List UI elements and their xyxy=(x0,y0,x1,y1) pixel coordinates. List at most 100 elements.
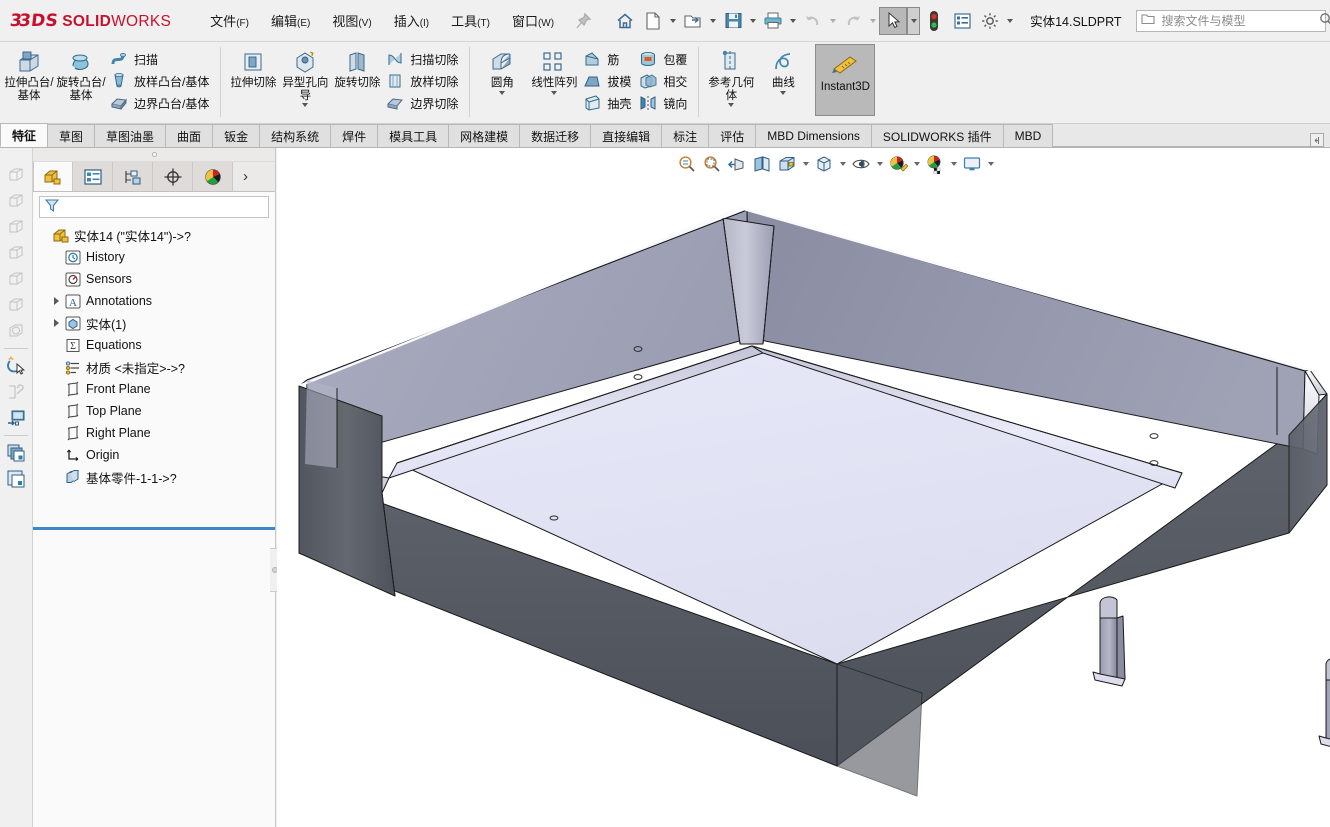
tab-mbd[interactable]: MBD xyxy=(1003,124,1054,147)
property-manager-icon[interactable] xyxy=(73,162,113,191)
tree-node-annotations[interactable]: A Annotations xyxy=(33,290,275,312)
dimxpert-manager-icon[interactable] xyxy=(153,162,193,191)
display-manager-icon[interactable] xyxy=(193,162,233,191)
rebuild-traffic-light-icon[interactable] xyxy=(920,7,948,35)
menu-insert[interactable]: 插入(I) xyxy=(383,7,440,34)
revolve-boss-button[interactable]: 旋转凸台/基体 xyxy=(55,45,107,102)
save-icon[interactable] xyxy=(719,7,747,35)
tab-markup[interactable]: 标注 xyxy=(661,124,709,147)
menu-edit[interactable]: 编辑(E) xyxy=(260,7,321,34)
view-orientation-icon-2[interactable] xyxy=(2,188,30,214)
mirror-button[interactable]: 镜向 xyxy=(636,92,692,114)
reference-geometry-button[interactable]: 参考几何体 xyxy=(705,45,757,107)
view-orientation-icon-1[interactable] xyxy=(2,162,30,188)
pin-icon[interactable] xyxy=(573,11,593,31)
tab-features[interactable]: 特征 xyxy=(0,123,48,147)
new-document-icon[interactable] xyxy=(639,7,667,35)
feature-manager-icon[interactable] xyxy=(33,162,73,191)
home-icon[interactable] xyxy=(611,7,639,35)
tab-sketch-ink[interactable]: 草图油墨 xyxy=(94,124,166,147)
open-folder-icon[interactable] xyxy=(679,7,707,35)
fillet-dropdown-icon[interactable] xyxy=(499,91,505,95)
window-cascade-icon[interactable] xyxy=(2,440,30,466)
tree-node-front-plane[interactable]: Front Plane xyxy=(33,378,275,400)
gear-icon[interactable] xyxy=(976,7,1004,35)
tab-sketch[interactable]: 草图 xyxy=(47,124,95,147)
menu-view[interactable]: 视图(V) xyxy=(321,7,382,34)
curves-dropdown-icon[interactable] xyxy=(780,91,786,95)
display-export-icon[interactable] xyxy=(2,405,30,431)
view-orientation-icon-4[interactable] xyxy=(2,240,30,266)
boundary-cut-button[interactable]: 边界切除 xyxy=(383,92,463,114)
panel-grip[interactable] xyxy=(33,148,275,162)
tab-weldments[interactable]: 焊件 xyxy=(330,124,378,147)
select-arrow-caret[interactable] xyxy=(907,7,920,35)
view-orientation-isometric-icon[interactable] xyxy=(2,318,30,344)
tree-node-material[interactable]: 材质 <未指定>->? xyxy=(33,356,275,378)
print-caret[interactable] xyxy=(787,8,799,34)
redo-icon[interactable] xyxy=(839,7,867,35)
search-files-models[interactable] xyxy=(1136,10,1326,32)
curves-button[interactable]: 曲线 xyxy=(757,45,809,95)
undo-icon[interactable] xyxy=(799,7,827,35)
new-sketch-select-icon[interactable] xyxy=(2,353,30,379)
hole-wizard-button[interactable]: 异型孔向导 xyxy=(279,45,331,107)
extrude-boss-button[interactable]: 拉伸凸台/基体 xyxy=(3,45,55,102)
tree-root-node[interactable]: 实体14 ("实体14")->? xyxy=(33,224,275,246)
linear-pattern-dropdown-icon[interactable] xyxy=(551,91,557,95)
shell-button[interactable]: 抽壳 xyxy=(580,92,636,114)
tree-node-sensors[interactable]: Sensors xyxy=(33,268,275,290)
menu-file[interactable]: 文件(F) xyxy=(199,7,260,34)
tree-node-top-plane[interactable]: Top Plane xyxy=(33,400,275,422)
fillet-button[interactable]: 圆角 xyxy=(476,45,528,95)
draft-button[interactable]: 拔模 xyxy=(580,70,636,92)
gear-caret[interactable] xyxy=(1004,8,1016,34)
view-orientation-icon-6[interactable] xyxy=(2,292,30,318)
sweep-cut-button[interactable]: 扫描切除 xyxy=(383,48,463,70)
collapse-ribbon-icon[interactable] xyxy=(1310,133,1324,147)
hole-wizard-dropdown-icon[interactable] xyxy=(302,103,308,107)
intersect-button[interactable]: 相交 xyxy=(636,70,692,92)
menu-window[interactable]: 窗口(W) xyxy=(501,7,565,34)
revolve-cut-button[interactable]: 旋转切除 xyxy=(331,45,383,90)
sheet-metal-enclosure-box[interactable] xyxy=(277,148,1330,827)
tab-structure-system[interactable]: 结构系统 xyxy=(259,124,331,147)
configuration-manager-icon[interactable] xyxy=(113,162,153,191)
tab-data-migration[interactable]: 数据迁移 xyxy=(519,124,591,147)
open-folder-caret[interactable] xyxy=(707,8,719,34)
tab-direct-editing[interactable]: 直接编辑 xyxy=(590,124,662,147)
search-input[interactable] xyxy=(1160,13,1319,29)
tab-sheet-metal[interactable]: 钣金 xyxy=(212,124,260,147)
sweep-button[interactable]: 扫描 xyxy=(107,48,214,70)
annotations-expander[interactable] xyxy=(49,297,63,305)
undo-caret[interactable] xyxy=(827,8,839,34)
tree-filter-input[interactable] xyxy=(39,196,269,218)
redo-caret[interactable] xyxy=(867,8,879,34)
tab-mbd-dimensions[interactable]: MBD Dimensions xyxy=(755,124,872,147)
tab-surfaces[interactable]: 曲面 xyxy=(165,124,213,147)
tab-solidworks-addins[interactable]: SOLIDWORKS 插件 xyxy=(871,124,1004,147)
graphics-viewport[interactable] xyxy=(277,148,1330,827)
select-arrow-icon[interactable] xyxy=(879,7,907,35)
new-document-caret[interactable] xyxy=(667,8,679,34)
view-orientation-icon-3[interactable] xyxy=(2,214,30,240)
loft-boss-button[interactable]: 放样凸台/基体 xyxy=(107,70,214,92)
boundary-boss-button[interactable]: 边界凸台/基体 xyxy=(107,92,214,114)
solid-bodies-expander[interactable] xyxy=(49,319,63,327)
tree-node-base-part[interactable]: 基体零件-1-1->? xyxy=(33,466,275,488)
loft-cut-button[interactable]: 放样切除 xyxy=(383,70,463,92)
tree-node-equations[interactable]: Σ Equations xyxy=(33,334,275,356)
extrude-cut-button[interactable]: 拉伸切除 xyxy=(227,45,279,90)
tree-node-solid-bodies[interactable]: 实体(1) xyxy=(33,312,275,334)
tab-mold-tools[interactable]: 模具工具 xyxy=(377,124,449,147)
window-tile-icon[interactable] xyxy=(2,466,30,492)
tree-node-origin[interactable]: Origin xyxy=(33,444,275,466)
options-list-icon[interactable] xyxy=(948,7,976,35)
repair-sketch-icon[interactable] xyxy=(2,379,30,405)
menu-tools[interactable]: 工具(T) xyxy=(440,7,501,34)
tree-node-history[interactable]: History xyxy=(33,246,275,268)
search-icon[interactable] xyxy=(1319,12,1330,29)
save-caret[interactable] xyxy=(747,8,759,34)
reference-geometry-dropdown-icon[interactable] xyxy=(728,103,734,107)
print-icon[interactable] xyxy=(759,7,787,35)
